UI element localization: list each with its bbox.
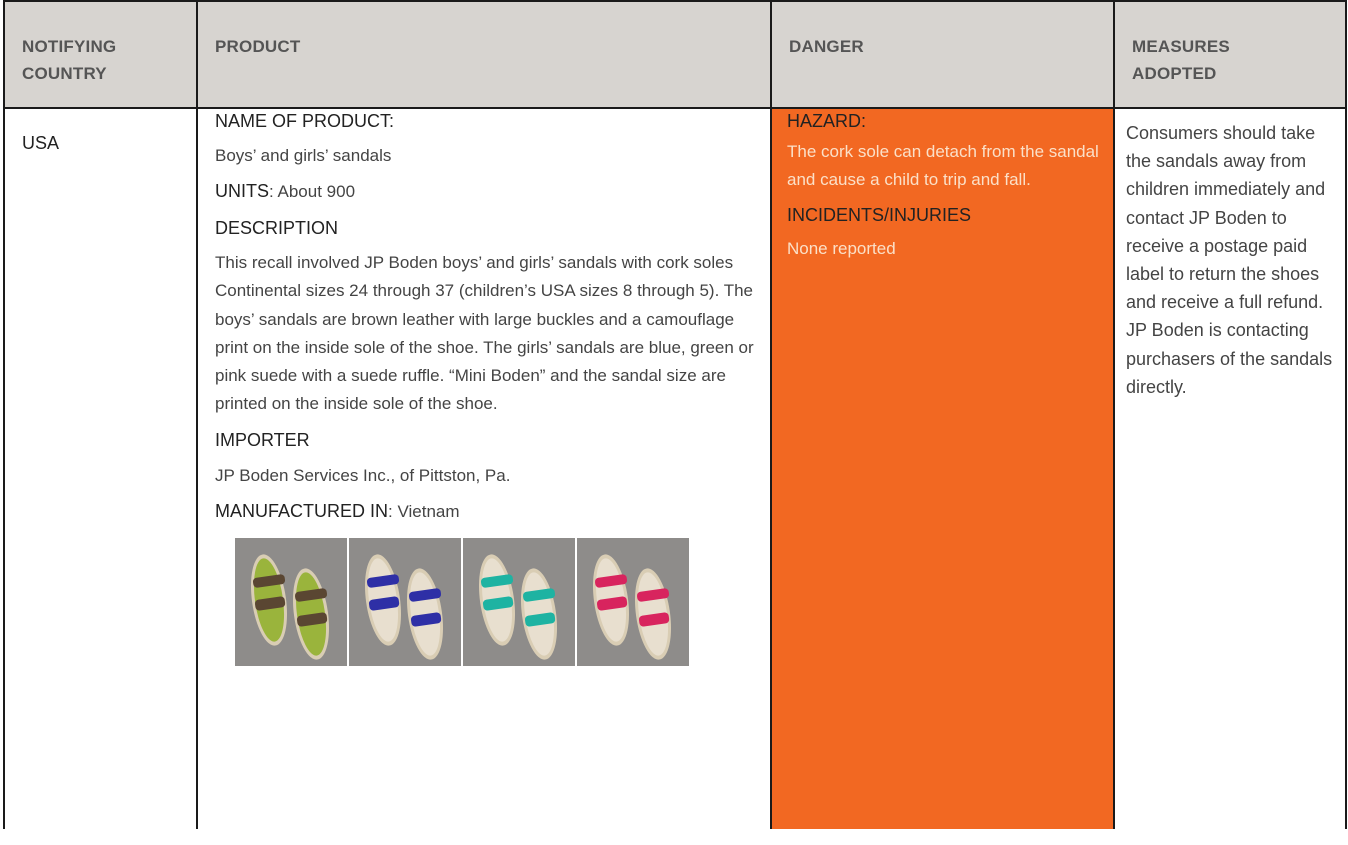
units-value: : About 900 (269, 182, 356, 201)
incidents-label: INCIDENTS/INJURIES (787, 205, 972, 225)
manufactured-value: : Vietnam (388, 501, 460, 521)
header-label: PRODUCT (215, 37, 301, 56)
description-label: DESCRIPTION (215, 218, 339, 238)
page: NOTIFYING COUNTRY PRODUCT DANGER MEASURE… (0, 0, 1348, 845)
product-photos (235, 537, 770, 666)
manufactured-label: MANUFACTURED IN (215, 500, 389, 521)
header-danger: DANGER (770, 0, 1115, 109)
units-label: UNITS (215, 181, 269, 201)
importer-value: JP Boden Services Inc., of Pittston, Pa. (215, 465, 511, 485)
product-cell: NAME OF PRODUCT: Boys’ and girls’ sandal… (196, 107, 772, 829)
header-measures-adopted: MEASURES ADOPTED (1113, 0, 1347, 109)
measures-cell: Consumers should take the sandals away f… (1113, 107, 1347, 829)
header-label: DANGER (789, 37, 864, 56)
header-label: MEASURES ADOPTED (1132, 37, 1230, 83)
recall-table: NOTIFYING COUNTRY PRODUCT DANGER MEASURE… (3, 0, 1347, 829)
header-product: PRODUCT (196, 0, 772, 109)
header-label: NOTIFYING COUNTRY (22, 37, 117, 83)
girls-green-suede-sandals-photo (463, 537, 575, 666)
product-name-value: Boys’ and girls’ sandals (215, 146, 392, 165)
boys-camo-brown-sandals-photo (235, 537, 347, 666)
incidents-text: None reported (787, 239, 896, 258)
product-name-label: NAME OF PRODUCT: (215, 111, 395, 131)
measures-text: Consumers should take the sandals away f… (1126, 123, 1333, 397)
danger-cell: HAZARD: The cork sole can detach from th… (770, 107, 1115, 829)
importer-label: IMPORTER (215, 429, 310, 450)
girls-blue-suede-sandals-photo (349, 537, 461, 666)
country-cell: USA (3, 107, 198, 829)
hazard-label: HAZARD: (787, 111, 867, 131)
header-row: NOTIFYING COUNTRY PRODUCT DANGER MEASURE… (3, 0, 1347, 109)
table-row: USA NAME OF PRODUCT: Boys’ and girls’ sa… (3, 107, 1347, 829)
hazard-text: The cork sole can detach from the sandal… (787, 142, 1099, 189)
header-notifying-country: NOTIFYING COUNTRY (3, 0, 198, 109)
description-text: This recall involved JP Boden boys’ and … (215, 253, 754, 414)
country-value: USA (22, 133, 60, 153)
girls-pink-suede-sandals-photo (577, 537, 689, 666)
